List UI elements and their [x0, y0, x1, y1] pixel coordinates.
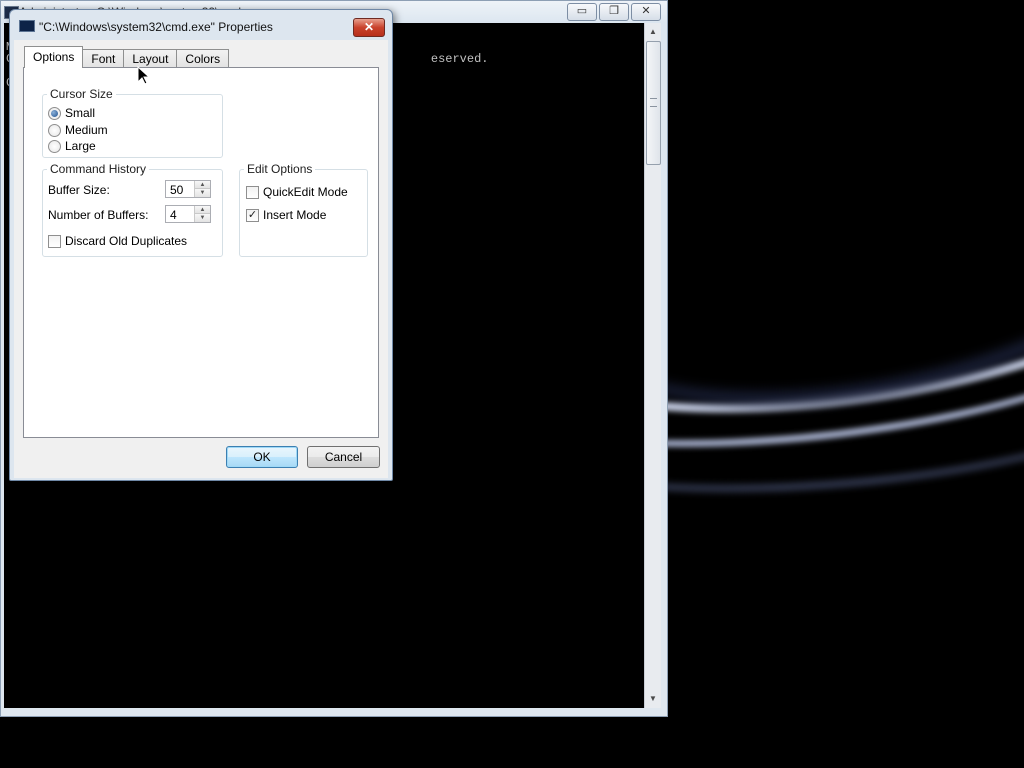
buffer-size-value[interactable]: 50	[170, 183, 183, 197]
tab-layout[interactable]: Layout	[123, 49, 178, 67]
edit-options-title: Edit Options	[247, 162, 313, 176]
checkbox-label: Discard Old Duplicates	[65, 234, 188, 248]
checkbox-label: QuickEdit Mode	[263, 185, 348, 199]
insert-mode-checkbox[interactable]: ✓ Insert Mode	[246, 207, 326, 223]
tab-colors[interactable]: Colors	[176, 49, 230, 67]
grip-icon	[650, 98, 657, 107]
mouse-pointer-icon	[137, 66, 151, 85]
dialog-close-button[interactable]: ✕	[353, 18, 385, 37]
scroll-thumb[interactable]	[646, 41, 661, 165]
scroll-down-arrow-icon[interactable]: ▼	[645, 692, 661, 706]
command-history-title: Command History	[50, 162, 147, 176]
options-panel: Cursor Size Small Medium Large Command H…	[23, 67, 379, 438]
quickedit-checkbox[interactable]: QuickEdit Mode	[246, 184, 348, 200]
radio-button[interactable]	[48, 123, 61, 137]
num-buffers-label: Number of Buffers:	[48, 208, 149, 222]
minimize-button[interactable]: ▭	[567, 3, 597, 21]
tab-strip: Options Font Layout Colors	[24, 46, 230, 68]
radio-label: Medium	[65, 123, 108, 137]
scroll-up-arrow-icon[interactable]: ▲	[645, 25, 661, 39]
radio-label: Large	[65, 139, 96, 153]
spin-down-arrow-icon[interactable]: ▼	[195, 189, 210, 197]
cancel-button[interactable]: Cancel	[307, 446, 380, 468]
buffer-size-spinner[interactable]: 50 ▲ ▼	[165, 180, 211, 198]
radio-large[interactable]: Large	[48, 138, 96, 154]
buffer-size-label: Buffer Size:	[48, 183, 110, 197]
spin-up-arrow-icon[interactable]: ▲	[195, 206, 210, 214]
num-buffers-spinner[interactable]: 4 ▲ ▼	[165, 205, 211, 223]
checkbox-label: Insert Mode	[263, 208, 327, 222]
console-scrollbar[interactable]: ▲ ▼	[644, 23, 661, 708]
spin-up-arrow-icon[interactable]: ▲	[195, 181, 210, 189]
radio-label: Small	[65, 106, 96, 120]
dialog-titlebar[interactable]: "C:\Windows\system32\cmd.exe" Properties…	[10, 10, 392, 37]
spin-down-arrow-icon[interactable]: ▼	[195, 214, 210, 222]
checkbox[interactable]	[48, 234, 61, 248]
console-app-icon	[19, 20, 35, 32]
maximize-button[interactable]: ❐	[599, 3, 629, 21]
dialog-body: Options Font Layout Colors Cursor Size S…	[14, 40, 388, 478]
num-buffers-value[interactable]: 4	[170, 208, 177, 222]
discard-duplicates-checkbox[interactable]: Discard Old Duplicates	[48, 233, 187, 249]
radio-button[interactable]	[48, 139, 61, 153]
radio-small[interactable]: Small	[48, 105, 95, 121]
properties-dialog[interactable]: "C:\Windows\system32\cmd.exe" Properties…	[9, 9, 393, 481]
tab-options[interactable]: Options	[24, 46, 84, 68]
radio-button[interactable]	[48, 106, 61, 120]
checkbox[interactable]	[246, 185, 259, 199]
tab-font[interactable]: Font	[82, 49, 125, 67]
cursor-size-title: Cursor Size	[50, 87, 113, 101]
dialog-title: "C:\Windows\system32\cmd.exe" Properties	[39, 20, 273, 34]
close-button[interactable]: ✕	[631, 3, 661, 21]
desktop-wallpaper	[668, 0, 1024, 768]
radio-medium[interactable]: Medium	[48, 122, 108, 138]
checkmark-icon[interactable]: ✓	[246, 208, 259, 222]
ok-button[interactable]: OK	[226, 446, 298, 468]
